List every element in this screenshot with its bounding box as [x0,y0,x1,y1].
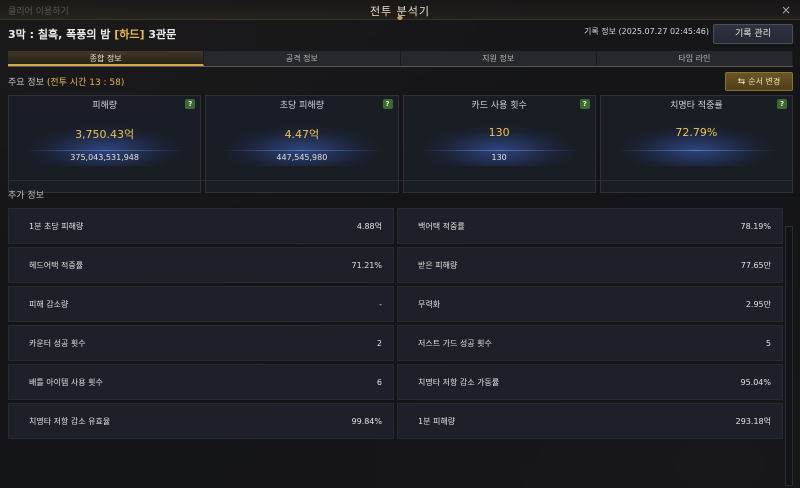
background-ghost-text: 클리어 이용하기 [8,7,69,17]
row-value: 5 [765,339,771,348]
header-row: 3막 : 칠흑, 폭풍의 밤 [하드] 3관문 기록 정보 (2025.07.2… [0,20,800,50]
stage-name: 3막 : 칠흑, 폭풍의 밤 [8,28,111,41]
extra-info-grid: 1분 초당 피해량 4.88억 백어택 적중률 78.19% 헤드어택 적중률 71.… [8,208,783,439]
extra-info-row: 치명타 저항 감소 가동률 95.04% [397,364,783,400]
card-divider [615,150,777,151]
main-info-heading: 주요 정보 (전투 시간 13 : 58) [8,75,124,88]
stat-cards: 피해량 ? 3,750.43억 375,043,531,948 초당 피해량 ?… [8,95,793,193]
row-label: 1분 피해량 [418,417,456,426]
extra-info-row: 1분 피해량 293.18억 [397,403,783,439]
card-divider [221,150,383,151]
stat-card-title: 초당 피해량 [279,101,324,111]
extra-info-row: 백어택 적중률 78.19% [397,208,783,244]
tab-attack[interactable]: 공격 정보 [204,51,401,66]
tab-support[interactable]: 지원 정보 [400,51,597,66]
row-value: 99.84% [351,417,382,426]
tab-bar: 종합 정보 공격 정보 지원 정보 타임 라인 [8,51,793,67]
row-label: 배틀 아이템 사용 횟수 [29,378,103,387]
close-button[interactable]: × [778,2,794,18]
stat-card-main-value: 3,750.43억 [75,128,135,141]
extra-info-row: 치명타 저항 감소 유효율 99.84% [8,403,394,439]
help-icon[interactable]: ? [777,99,787,109]
row-label: 카운터 성공 횟수 [29,339,86,348]
row-value: 2.95만 [745,300,771,309]
row-label: 치명타 저항 감소 유효율 [29,417,111,426]
stat-card-main-value: 4.47억 [284,128,320,141]
extra-info-heading: 추가 정보 [8,191,44,201]
help-icon[interactable]: ? [382,99,393,109]
help-icon[interactable]: ? [185,99,196,109]
tab-timeline[interactable]: 타임 라인 [596,51,793,66]
row-label: 받은 피해량 [418,261,458,270]
row-value: 71.21% [351,261,382,270]
row-value: 2 [376,339,382,348]
main-info-label: 주요 정보 [8,78,44,88]
row-value: 95.04% [740,378,771,387]
battle-analyzer-window: 클리어 이용하기 전투 분석기 ◆ × 3막 : 칠흑, 폭풍의 밤 [하드] … [0,0,800,488]
extra-info-row: 헤드어택 적중률 71.21% [8,247,394,283]
stat-card-crit-rate: 치명타 적중률 ? 72.79% [599,95,793,193]
stat-card-damage: 피해량 ? 3,750.43억 375,043,531,948 [8,95,202,193]
row-label: 피해 감소량 [29,300,69,309]
stat-card-dps: 초당 피해량 ? 4.47억 447,545,980 [205,95,399,193]
row-value: 4.88억 [356,222,382,231]
stat-card-title: 피해량 [92,101,118,111]
stat-card-card-usage: 카드 사용 횟수 ? 130 130 [402,95,596,193]
row-label: 치명타 저항 감소 가동률 [418,378,500,387]
stat-card-main-value: 130 [488,126,510,139]
card-divider [24,150,186,151]
extra-info-row: 배틀 아이템 사용 횟수 6 [8,364,394,400]
difficulty-label: [하드] [114,28,145,41]
title-bar: 클리어 이용하기 전투 분석기 ◆ × [0,0,800,22]
extra-info-row: 무력화 2.95만 [397,286,783,322]
extra-info-row: 카운터 성공 횟수 2 [8,325,394,361]
row-value: - [379,300,382,309]
row-value: 77.65만 [740,261,771,270]
stage-title: 3막 : 칠흑, 폭풍의 밤 [하드] 3관문 [8,26,176,42]
order-change-label: 순서 변경 [748,77,781,86]
stat-card-sub-value: 130 [491,153,507,162]
swap-icon: ⇆ [737,77,746,87]
extra-info-row: 피해 감소량 - [8,286,394,322]
help-icon[interactable]: ? [579,99,590,109]
analyzer-panel: 3막 : 칠흑, 폭풍의 밤 [하드] 3관문 기록 정보 (2025.07.2… [0,20,800,488]
row-label: 저스트 가드 성공 횟수 [418,339,492,348]
row-label: 백어택 적중률 [418,222,465,231]
battle-time: (전투 시간 13 : 58) [46,78,125,88]
row-value: 6 [376,378,382,387]
gate-label: 3관문 [148,28,177,41]
row-label: 무력화 [418,300,441,309]
stat-card-title: 카드 사용 횟수 [471,101,527,111]
order-change-button[interactable]: ⇆ 순서 변경 [725,72,793,91]
stat-card-sub-value: 447,545,980 [276,153,328,162]
extra-info-row: 1분 초당 피해량 4.88억 [8,208,394,244]
row-label: 헤드어택 적중률 [29,261,84,270]
record-info: 기록 정보 (2025.07.27 02:45:46) [583,27,709,36]
row-value: 78.19% [740,222,771,231]
card-divider [418,150,580,151]
section-divider [8,180,793,181]
extra-info-row: 받은 피해량 77.65만 [397,247,783,283]
stat-card-sub-value: 375,043,531,948 [70,153,139,162]
stat-card-main-value: 72.79% [675,126,718,139]
scrollbar[interactable] [785,226,793,486]
tab-overview[interactable]: 종합 정보 [8,51,205,66]
row-label: 1분 초당 피해량 [29,222,84,231]
extra-info-row: 저스트 가드 성공 횟수 5 [397,325,783,361]
record-manage-button[interactable]: 기록 관리 [713,24,793,44]
stat-card-title: 치명타 적중률 [670,101,723,111]
row-value: 293.18억 [735,417,771,426]
